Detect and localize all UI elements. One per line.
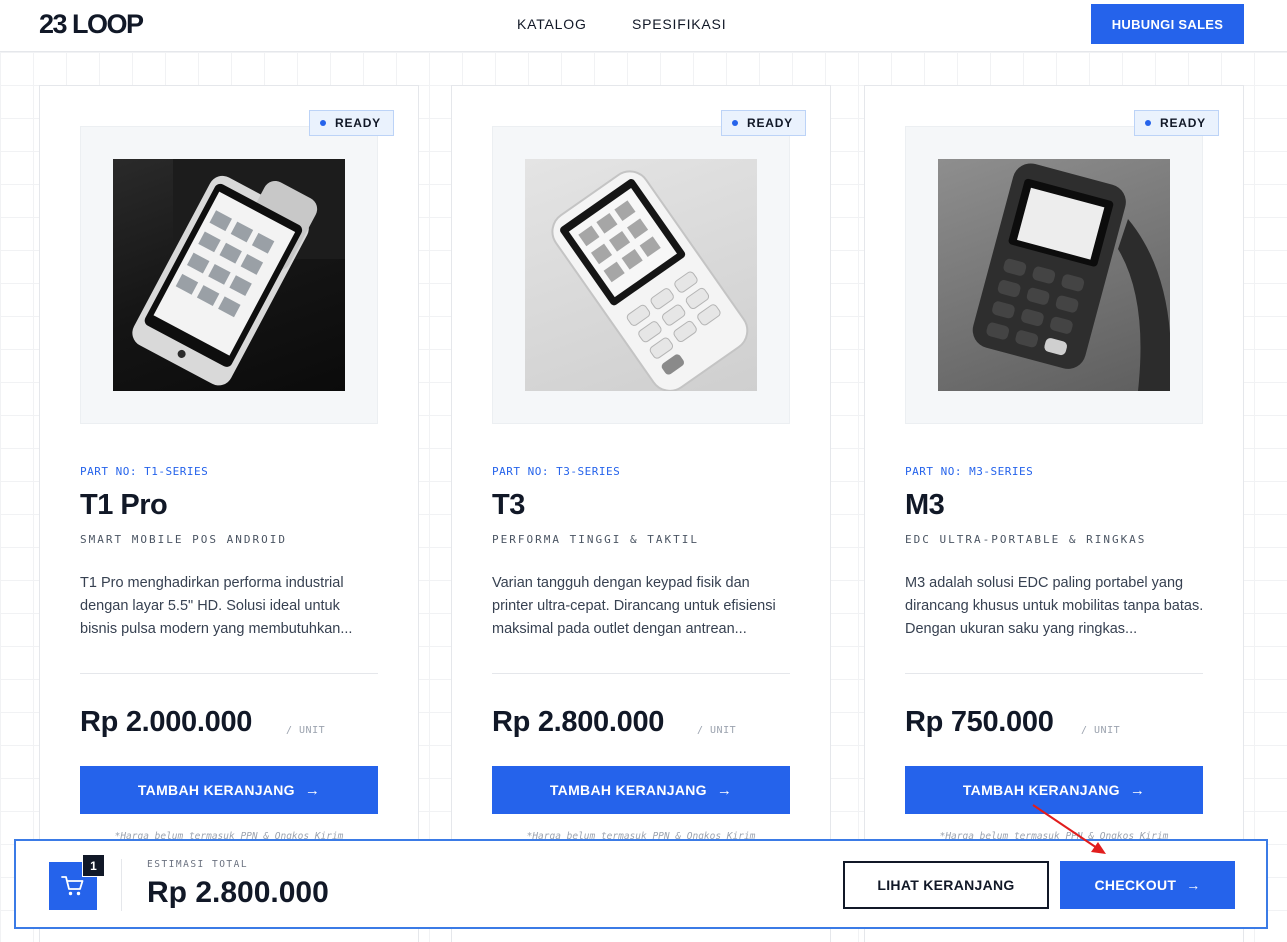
- m3-device-illustration: [972, 163, 1170, 391]
- estimated-total-label: ESTIMASI TOTAL: [147, 859, 249, 870]
- contact-sales-button[interactable]: HUBUNGI SALES: [1091, 4, 1244, 44]
- nav-spesifikasi[interactable]: SPESIFIKASI: [632, 16, 726, 32]
- status-dot: [1144, 120, 1151, 126]
- estimated-total-value: Rp 2.800.000: [147, 876, 329, 909]
- product-photo-t3: [525, 159, 757, 391]
- product-image-frame: [492, 126, 790, 424]
- product-name: M3: [905, 489, 945, 521]
- status-badge: READY: [720, 110, 806, 136]
- product-description: M3 adalah solusi EDC paling portabel yan…: [905, 575, 1204, 637]
- card-divider: [492, 673, 790, 674]
- add-to-cart-label: TAMBAH KERANJANG: [962, 782, 1120, 798]
- price-unit: / UNIT: [286, 725, 326, 736]
- arrow-right-icon: →: [1129, 781, 1146, 799]
- part-number: PART NO: T3-SERIES: [492, 465, 621, 478]
- status-badge: READY: [308, 110, 394, 136]
- add-to-cart-label: TAMBAH KERANJANG: [549, 782, 707, 798]
- status-dot: [731, 120, 738, 126]
- product-description: T1 Pro menghadirkan performa industrial …: [80, 575, 353, 637]
- cart-summary-bar: 1 ESTIMASI TOTAL Rp 2.800.000 LIHAT KERA…: [14, 839, 1268, 929]
- arrow-right-icon: →: [304, 781, 321, 799]
- card-divider: [80, 673, 378, 674]
- product-tagline: EDC ULTRA-PORTABLE & RINGKAS: [905, 533, 1147, 546]
- status-badge-label: READY: [334, 116, 381, 130]
- add-to-cart-button[interactable]: TAMBAH KERANJANG →: [492, 766, 790, 814]
- status-badge: READY: [1133, 110, 1219, 136]
- product-image-frame: [80, 126, 378, 424]
- product-name: T3: [492, 489, 525, 521]
- product-description: Varian tangguh dengan keypad fisik dan p…: [492, 575, 776, 637]
- status-dot: [319, 120, 326, 126]
- product-price: Rp 2.000.000: [80, 706, 253, 738]
- t3-device-illustration: [551, 170, 749, 391]
- price-unit: / UNIT: [1081, 725, 1121, 736]
- part-number: PART NO: M3-SERIES: [905, 465, 1034, 478]
- checkout-label: CHECKOUT: [1094, 877, 1177, 893]
- cart-count-badge: 1: [82, 854, 105, 877]
- product-card-t3: READY PART NO: T3-SERIES T3 PERFORMA TIN…: [451, 85, 831, 942]
- product-tagline: SMART MOBILE POS ANDROID: [80, 533, 287, 546]
- top-header: 23 LOOP KATALOG SPESIFIKASI HUBUNGI SALE…: [0, 0, 1287, 52]
- product-name: T1 Pro: [80, 489, 168, 521]
- product-tagline: PERFORMA TINGGI & TAKTIL: [492, 533, 699, 546]
- arrow-right-icon: →: [716, 781, 733, 799]
- product-card-t1-pro: READY PART NO: T1-SERIES T1 Pro SMART MO…: [39, 85, 419, 942]
- product-photo-m3: [938, 159, 1170, 391]
- add-to-cart-button[interactable]: TAMBAH KERANJANG →: [905, 766, 1203, 814]
- card-divider: [905, 673, 1203, 674]
- nav-katalog[interactable]: KATALOG: [517, 16, 587, 32]
- cart-divider: [121, 859, 122, 911]
- status-badge-label: READY: [746, 116, 793, 130]
- product-photo-t1-pro: [113, 159, 345, 391]
- status-badge-label: READY: [1159, 116, 1206, 130]
- price-unit: / UNIT: [697, 725, 737, 736]
- add-to-cart-label: TAMBAH KERANJANG: [137, 782, 295, 798]
- product-price: Rp 750.000: [905, 706, 1054, 738]
- part-number: PART NO: T1-SERIES: [80, 465, 209, 478]
- product-card-m3: READY PART NO: M3-SERIES M3 EDC ULTRA-PO…: [864, 85, 1244, 942]
- t1-pro-device-illustration: [132, 159, 345, 386]
- checkout-button[interactable]: CHECKOUT →: [1060, 861, 1235, 909]
- add-to-cart-button[interactable]: TAMBAH KERANJANG →: [80, 766, 378, 814]
- product-image-frame: [905, 126, 1203, 424]
- brand-logo[interactable]: 23 LOOP: [39, 9, 144, 40]
- arrow-right-icon: →: [1186, 877, 1201, 893]
- view-cart-button[interactable]: LIHAT KERANJANG: [843, 861, 1049, 909]
- shopping-cart-icon: [61, 876, 84, 896]
- product-price: Rp 2.800.000: [492, 706, 665, 738]
